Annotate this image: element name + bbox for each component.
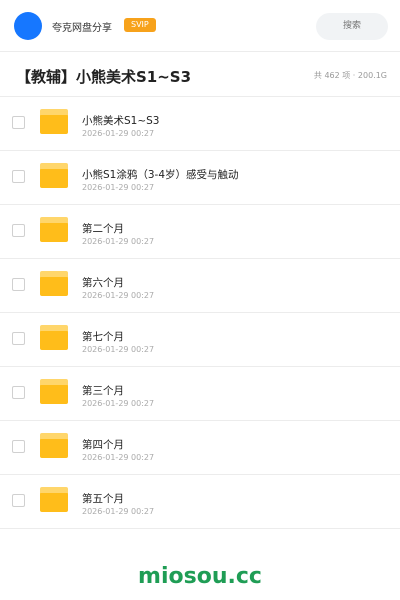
item-name[interactable]: 第七个月 (82, 329, 124, 344)
checkbox-icon[interactable] (12, 170, 25, 183)
item-date: 2026-01-29 00:27 (82, 237, 155, 246)
folder-header: 【教辅】小熊美术S1~S3 共 462 项 · 200.1G (0, 52, 400, 97)
checkbox-icon[interactable] (12, 440, 25, 453)
item-name[interactable]: 第五个月 (82, 491, 124, 506)
top-bar: 夸克网盘分享 SVIP (0, 0, 400, 52)
item-date: 2026-01-29 00:27 (82, 129, 155, 138)
folder-meta: 共 462 项 · 200.1G (313, 71, 387, 80)
item-date: 2026-01-29 00:27 (82, 453, 155, 462)
list-item[interactable]: 第七个月 2026-01-29 00:27 (0, 313, 400, 367)
avatar[interactable] (14, 12, 42, 40)
checkbox-icon[interactable] (12, 332, 25, 345)
app-title: 夸克网盘分享 (52, 23, 112, 34)
watermark: miosou.cc (138, 564, 262, 589)
folder-icon (40, 271, 68, 296)
item-name[interactable]: 小熊S1涂鸦（3-4岁）感受与触动 (82, 167, 239, 182)
list-item[interactable]: 第五个月 2026-01-29 00:27 (0, 475, 400, 529)
list-item[interactable]: 第二个月 2026-01-29 00:27 (0, 205, 400, 259)
list-item[interactable]: 第三个月 2026-01-29 00:27 (0, 367, 400, 421)
item-date: 2026-01-29 00:27 (82, 291, 155, 300)
list-item[interactable]: 小熊S1涂鸦（3-4岁）感受与触动 2026-01-29 00:27 (0, 151, 400, 205)
page-title: 【教辅】小熊美术S1~S3 (16, 68, 192, 86)
folder-icon (40, 487, 68, 512)
item-date: 2026-01-29 00:27 (82, 399, 155, 408)
list-item[interactable]: 第四个月 2026-01-29 00:27 (0, 421, 400, 475)
item-name[interactable]: 第四个月 (82, 437, 124, 452)
item-name[interactable]: 第六个月 (82, 275, 124, 290)
item-name[interactable]: 第二个月 (82, 221, 124, 236)
checkbox-icon[interactable] (12, 386, 25, 399)
item-name[interactable]: 第三个月 (82, 383, 124, 398)
search-input[interactable] (316, 13, 388, 40)
list-item[interactable]: 第六个月 2026-01-29 00:27 (0, 259, 400, 313)
checkbox-icon[interactable] (12, 494, 25, 507)
checkbox-icon[interactable] (12, 116, 25, 129)
folder-icon (40, 163, 68, 188)
folder-icon (40, 325, 68, 350)
share-page: 夸克网盘分享 SVIP 【教辅】小熊美术S1~S3 共 462 项 · 200.… (0, 0, 400, 600)
item-name[interactable]: 小熊美术S1~S3 (82, 113, 160, 128)
svip-badge: SVIP (124, 18, 156, 32)
list-item[interactable]: 小熊美术S1~S3 2026-01-29 00:27 (0, 97, 400, 151)
folder-icon (40, 217, 68, 242)
item-date: 2026-01-29 00:27 (82, 345, 155, 354)
item-date: 2026-01-29 00:27 (82, 507, 155, 516)
item-date: 2026-01-29 00:27 (82, 183, 155, 192)
file-list: 小熊美术S1~S3 2026-01-29 00:27 小熊S1涂鸦（3-4岁）感… (0, 97, 400, 529)
folder-icon (40, 379, 68, 404)
checkbox-icon[interactable] (12, 224, 25, 237)
folder-icon (40, 433, 68, 458)
checkbox-icon[interactable] (12, 278, 25, 291)
folder-icon (40, 109, 68, 134)
